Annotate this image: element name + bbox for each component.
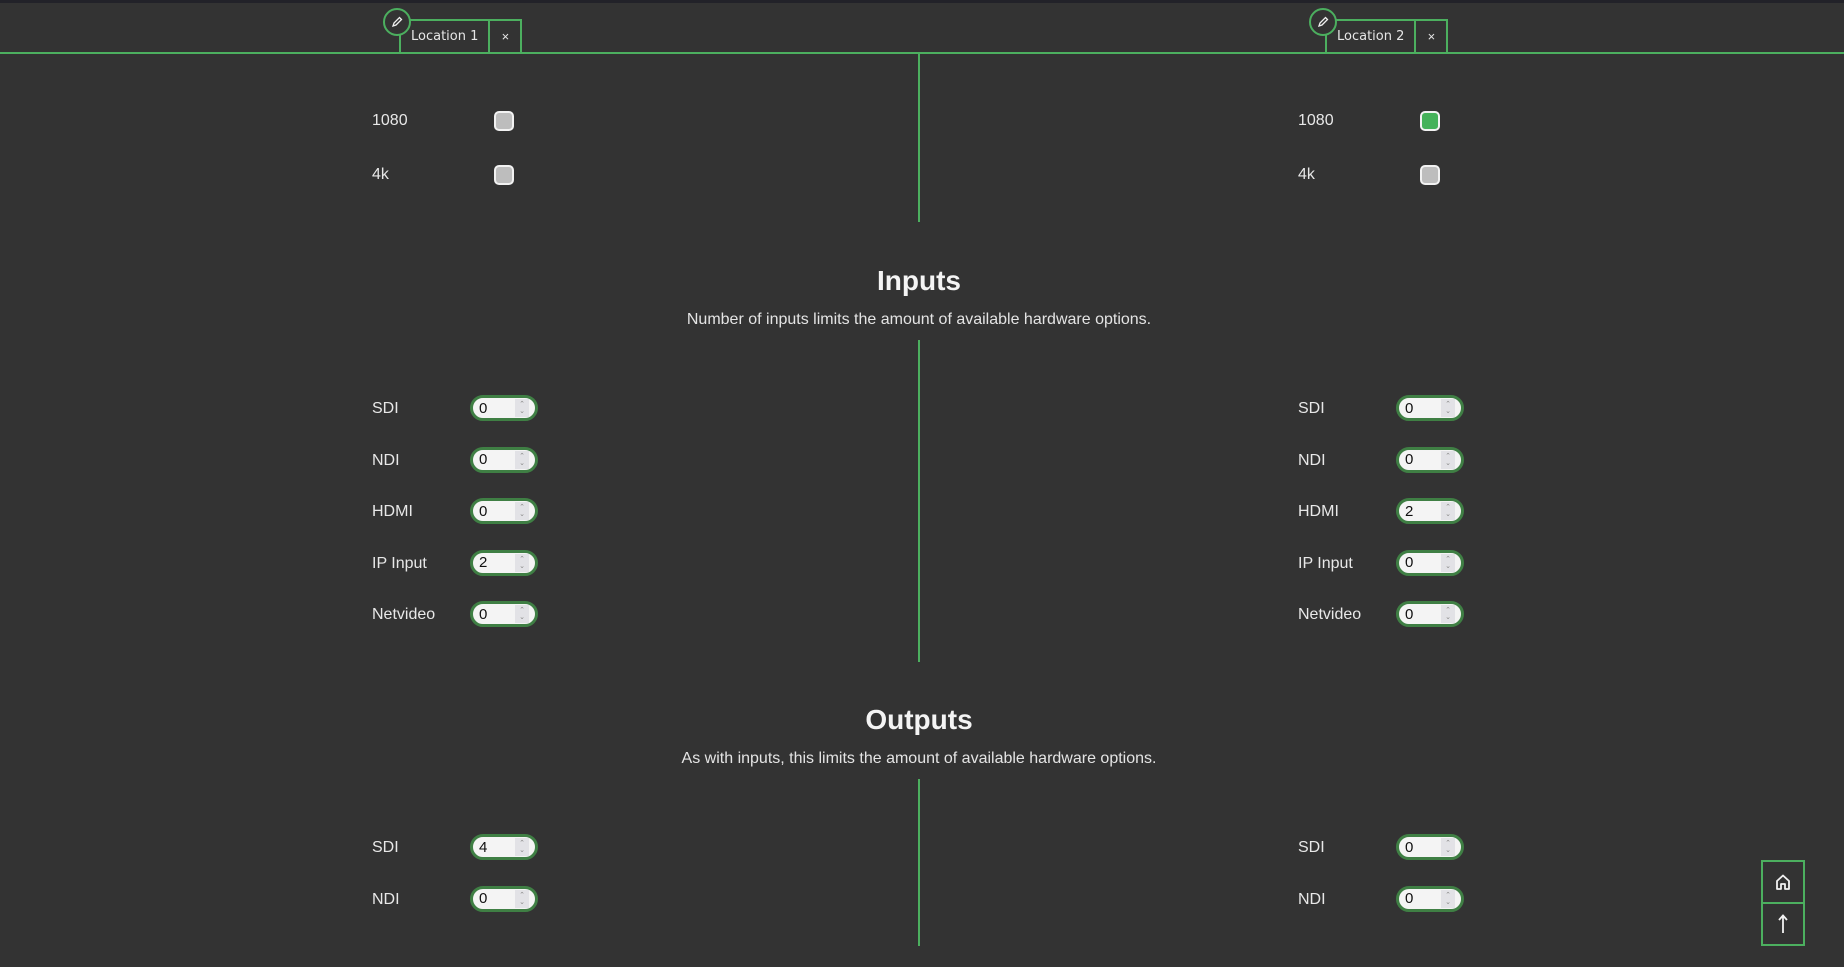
field-label: IP Input	[372, 554, 427, 572]
resolution-label: 4k	[1298, 166, 1315, 183]
pencil-icon	[1317, 16, 1329, 28]
resolution-label: 1080	[372, 112, 408, 129]
field-label: NDI	[1298, 890, 1326, 908]
number-input[interactable]: 2 ⌃ ⌄	[470, 549, 538, 576]
number-input[interactable]: 0 ⌃ ⌄	[470, 446, 538, 473]
number-value[interactable]: 0	[1399, 554, 1441, 571]
number-value[interactable]: 0	[1399, 890, 1441, 907]
field-label: Netvideo	[372, 606, 436, 624]
number-input[interactable]: 0 ⌃ ⌄	[470, 885, 538, 912]
checkbox-1080[interactable]	[494, 111, 514, 131]
number-value[interactable]: 0	[473, 400, 515, 417]
scroll-to-top-button[interactable]	[1761, 902, 1805, 946]
tab-location-2[interactable]: Location 2 ×	[1325, 19, 1449, 52]
field-label: SDI	[1298, 400, 1325, 417]
resolution-label: 4k	[372, 166, 389, 183]
home-icon	[1776, 874, 1790, 890]
inputs-title: Inputs	[877, 265, 961, 296]
spinner-arrows-icon[interactable]: ⌃ ⌄	[1441, 399, 1455, 417]
spinner-arrows-icon[interactable]: ⌃ ⌄	[1441, 502, 1455, 521]
inputs-subtitle: Number of inputs limits the amount of av…	[686, 311, 1152, 328]
field-label: Netvideo	[1298, 606, 1362, 624]
spinner-arrows-icon[interactable]: ⌃ ⌄	[515, 450, 529, 469]
number-value[interactable]: 0	[473, 503, 515, 520]
number-input[interactable]: 0 ⌃ ⌄	[1396, 446, 1464, 473]
checkbox-1080[interactable]	[1420, 111, 1440, 131]
tab-location-1[interactable]: Location 1 ×	[399, 19, 523, 52]
tab-label: Location 2	[1337, 29, 1405, 44]
field-label: SDI	[372, 839, 399, 856]
tab-close-button[interactable]: ×	[1414, 21, 1446, 52]
checkbox-4k[interactable]	[1420, 165, 1440, 185]
column-divider	[918, 779, 920, 946]
outputs-subtitle: As with inputs, this limits the amount o…	[681, 750, 1157, 767]
number-value[interactable]: 0	[473, 606, 515, 623]
checkbox-4k[interactable]	[494, 165, 514, 185]
field-label: HDMI	[1298, 503, 1339, 521]
tab-bar-divider	[0, 52, 1844, 54]
number-value[interactable]: 0	[1399, 400, 1441, 417]
spinner-arrows-icon[interactable]: ⌃ ⌄	[515, 399, 529, 417]
outputs-title: Outputs	[865, 704, 973, 735]
tab-close-button[interactable]: ×	[488, 21, 520, 52]
spinner-arrows-icon[interactable]: ⌃ ⌄	[1441, 889, 1455, 908]
resolution-label: 1080	[1298, 112, 1334, 129]
number-input[interactable]: 0 ⌃ ⌄	[1396, 395, 1464, 421]
column-divider	[918, 340, 920, 662]
spinner-arrows-icon[interactable]: ⌃ ⌄	[515, 502, 529, 521]
number-input[interactable]: 0 ⌃ ⌄	[1396, 834, 1464, 860]
number-input[interactable]: 0 ⌃ ⌄	[470, 395, 538, 421]
number-value[interactable]: 0	[1399, 606, 1441, 623]
number-value[interactable]: 4	[473, 839, 515, 856]
field-label: HDMI	[372, 503, 413, 521]
number-input[interactable]: 2 ⌃ ⌄	[1396, 498, 1464, 525]
edit-tab-button[interactable]	[1309, 8, 1337, 36]
window-top-edge	[0, 0, 1844, 3]
spinner-arrows-icon[interactable]: ⌃ ⌄	[1441, 605, 1455, 624]
pencil-icon	[391, 16, 403, 28]
number-value[interactable]: 0	[1399, 839, 1441, 856]
spinner-arrows-icon[interactable]: ⌃ ⌄	[515, 889, 529, 908]
field-label: IP Input	[1298, 554, 1353, 572]
spinner-arrows-icon[interactable]: ⌃ ⌄	[1441, 553, 1455, 572]
number-input[interactable]: 0 ⌃ ⌄	[1396, 549, 1464, 576]
number-value[interactable]: 0	[1399, 451, 1441, 468]
number-input[interactable]: 0 ⌃ ⌄	[470, 601, 538, 628]
field-label: NDI	[372, 890, 400, 908]
spinner-arrows-icon[interactable]: ⌃ ⌄	[1441, 838, 1455, 856]
spinner-arrows-icon[interactable]: ⌃ ⌄	[1441, 450, 1455, 469]
number-input[interactable]: 0 ⌃ ⌄	[1396, 885, 1464, 912]
spinner-arrows-icon[interactable]: ⌃ ⌄	[515, 553, 529, 572]
field-label: NDI	[372, 451, 400, 469]
number-input[interactable]: 0 ⌃ ⌄	[470, 498, 538, 525]
number-value[interactable]: 2	[1399, 503, 1441, 520]
spinner-arrows-icon[interactable]: ⌃ ⌄	[515, 605, 529, 624]
number-value[interactable]: 0	[473, 890, 515, 907]
edit-tab-button[interactable]	[383, 8, 411, 36]
arrow-up-icon	[1778, 914, 1788, 933]
number-value[interactable]: 2	[473, 554, 515, 571]
home-button[interactable]	[1761, 860, 1805, 904]
number-input[interactable]: 0 ⌃ ⌄	[1396, 601, 1464, 628]
field-label: SDI	[1298, 839, 1325, 856]
tab-label: Location 1	[411, 29, 479, 44]
field-label: SDI	[372, 400, 399, 417]
field-label: NDI	[1298, 451, 1326, 469]
number-input[interactable]: 4 ⌃ ⌄	[470, 834, 538, 860]
column-divider	[918, 54, 920, 222]
number-value[interactable]: 0	[473, 451, 515, 468]
spinner-arrows-icon[interactable]: ⌃ ⌄	[515, 838, 529, 856]
